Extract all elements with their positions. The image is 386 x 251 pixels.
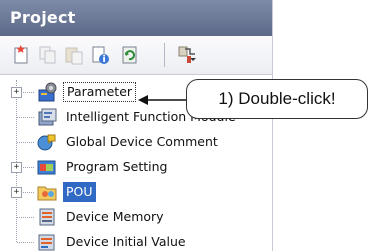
tree-connector-line xyxy=(21,167,34,168)
properties-icon[interactable] xyxy=(89,44,111,66)
parameter-icon xyxy=(36,81,58,103)
pou-icon xyxy=(36,181,58,203)
tree-item-label: Global Device Comment xyxy=(66,134,218,149)
toolbar-separator xyxy=(164,43,165,67)
tree-item-device-initial-value[interactable]: Device Initial Value xyxy=(0,230,272,251)
tree-item-global-device-comment[interactable]: Global Device Comment xyxy=(0,130,272,155)
callout-note: 1) Double-click! xyxy=(186,79,368,119)
tree-item-label: Device Memory xyxy=(66,209,164,224)
tree-item-label: Parameter xyxy=(63,82,137,102)
tree-item-label: Program Setting xyxy=(66,159,168,174)
copy-icon[interactable] xyxy=(37,44,59,66)
tree-item-label: Device Initial Value xyxy=(66,234,186,249)
tree-connector-line xyxy=(21,92,34,93)
tree-connector-line xyxy=(17,242,34,243)
tree-item-label: POU xyxy=(63,182,96,202)
new-project-icon[interactable] xyxy=(11,44,33,66)
panel-title: Project xyxy=(0,0,272,36)
tree-connector-line xyxy=(21,192,34,193)
device-comment-icon xyxy=(36,131,58,153)
filter-icon[interactable] xyxy=(176,44,198,66)
intelligent-module-icon xyxy=(36,106,58,128)
tree-connector-line xyxy=(17,217,34,218)
tree-connector-line xyxy=(17,117,34,118)
program-setting-icon xyxy=(36,156,58,178)
tree-item-device-memory[interactable]: Device Memory xyxy=(0,205,272,230)
tree-item-program-setting[interactable]: + Program Setting xyxy=(0,155,272,180)
tree-item-pou[interactable]: + POU xyxy=(0,180,272,205)
project-panel: Project + Parameter Intelligent Function… xyxy=(0,0,273,251)
device-initial-value-icon xyxy=(36,231,58,251)
refresh-icon[interactable] xyxy=(119,44,141,66)
tree-connector-line xyxy=(17,142,34,143)
project-toolbar xyxy=(0,36,272,75)
callout-arrow xyxy=(138,95,188,105)
paste-icon[interactable] xyxy=(63,44,85,66)
device-memory-icon xyxy=(36,206,58,228)
